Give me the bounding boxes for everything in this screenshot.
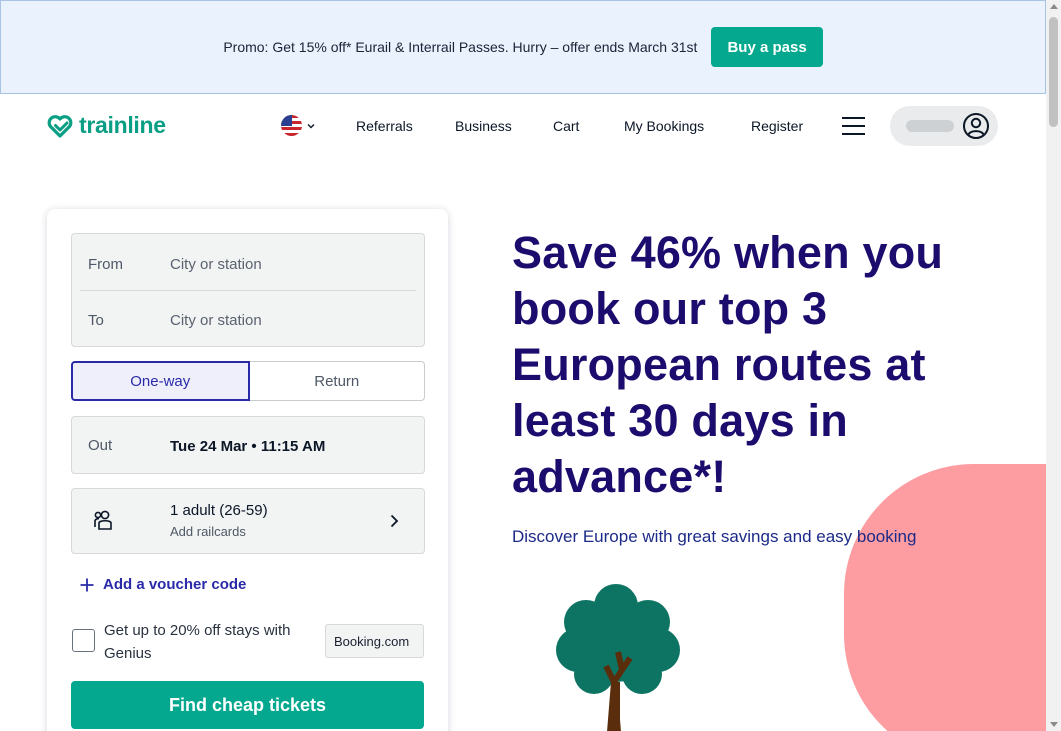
chevron-right-icon <box>390 514 399 528</box>
add-railcards-text: Add railcards <box>170 524 246 539</box>
add-voucher-link[interactable]: Add a voucher code <box>79 576 246 593</box>
user-circle-icon <box>963 113 989 139</box>
trip-type-toggle: One-way Return <box>71 361 425 401</box>
logo-text: trainline <box>79 112 166 138</box>
search-card: From To One-way Return Out Tue 24 Mar • … <box>47 209 448 731</box>
from-input[interactable] <box>170 255 410 273</box>
scroll-down-arrow[interactable] <box>1050 722 1058 727</box>
station-box: From To <box>71 233 425 347</box>
genius-option: Get up to 20% off stays with Genius Book… <box>71 619 425 663</box>
hero-title: Save 46% when you book our top 3 Europea… <box>512 227 944 502</box>
passengers-value: 1 adult (26-59) <box>170 502 268 519</box>
out-date-value: Tue 24 Mar • 11:15 AM <box>170 438 326 455</box>
to-row: To <box>72 292 424 348</box>
from-row: From <box>72 236 424 292</box>
buy-pass-button[interactable]: Buy a pass <box>711 27 823 67</box>
nav-business[interactable]: Business <box>455 118 512 134</box>
chevron-down-icon <box>307 123 315 128</box>
scroll-up-arrow[interactable] <box>1050 4 1058 9</box>
page: Promo: Get 15% off* Eurail & Interrail P… <box>0 0 1061 731</box>
nav-my-bookings[interactable]: My Bookings <box>624 118 704 134</box>
account-name-placeholder <box>906 120 954 132</box>
nav-referrals[interactable]: Referrals <box>356 118 413 134</box>
to-label: To <box>88 311 104 329</box>
return-option[interactable]: Return <box>249 361 425 401</box>
vertical-scrollbar[interactable] <box>1046 0 1061 731</box>
promo-banner: Promo: Get 15% off* Eurail & Interrail P… <box>0 0 1046 94</box>
nav-register[interactable]: Register <box>751 118 803 134</box>
top-nav: trainline Referrals Business Cart My Boo… <box>0 94 1046 158</box>
booking-com-badge: Booking.com <box>325 624 424 658</box>
to-input[interactable] <box>170 311 410 329</box>
us-flag-icon <box>281 115 302 136</box>
voucher-text: Add a voucher code <box>103 576 247 593</box>
passengers-field[interactable]: 1 adult (26-59) Add railcards <box>71 488 425 554</box>
hamburger-icon[interactable] <box>842 117 865 135</box>
station-divider <box>80 290 416 291</box>
trainline-logo[interactable]: trainline <box>47 112 166 139</box>
tree-illustration <box>556 584 680 731</box>
hero-subtitle: Discover Europe with great savings and e… <box>512 527 917 546</box>
genius-checkbox[interactable] <box>72 629 95 652</box>
heart-logo-icon <box>47 114 73 138</box>
passengers-icon <box>94 510 112 530</box>
find-tickets-button[interactable]: Find cheap tickets <box>71 681 424 729</box>
one-way-option[interactable]: One-way <box>71 361 250 401</box>
locale-selector[interactable] <box>281 115 316 136</box>
from-label: From <box>88 255 123 273</box>
out-date-field[interactable]: Out Tue 24 Mar • 11:15 AM <box>71 416 425 474</box>
plus-icon <box>80 578 94 591</box>
out-label: Out <box>88 437 113 454</box>
nav-cart[interactable]: Cart <box>553 118 579 134</box>
scroll-thumb[interactable] <box>1049 17 1058 127</box>
genius-text: Get up to 20% off stays with Genius <box>104 622 291 662</box>
account-button[interactable] <box>890 106 998 146</box>
promo-text: Promo: Get 15% off* Eurail & Interrail P… <box>223 39 698 55</box>
